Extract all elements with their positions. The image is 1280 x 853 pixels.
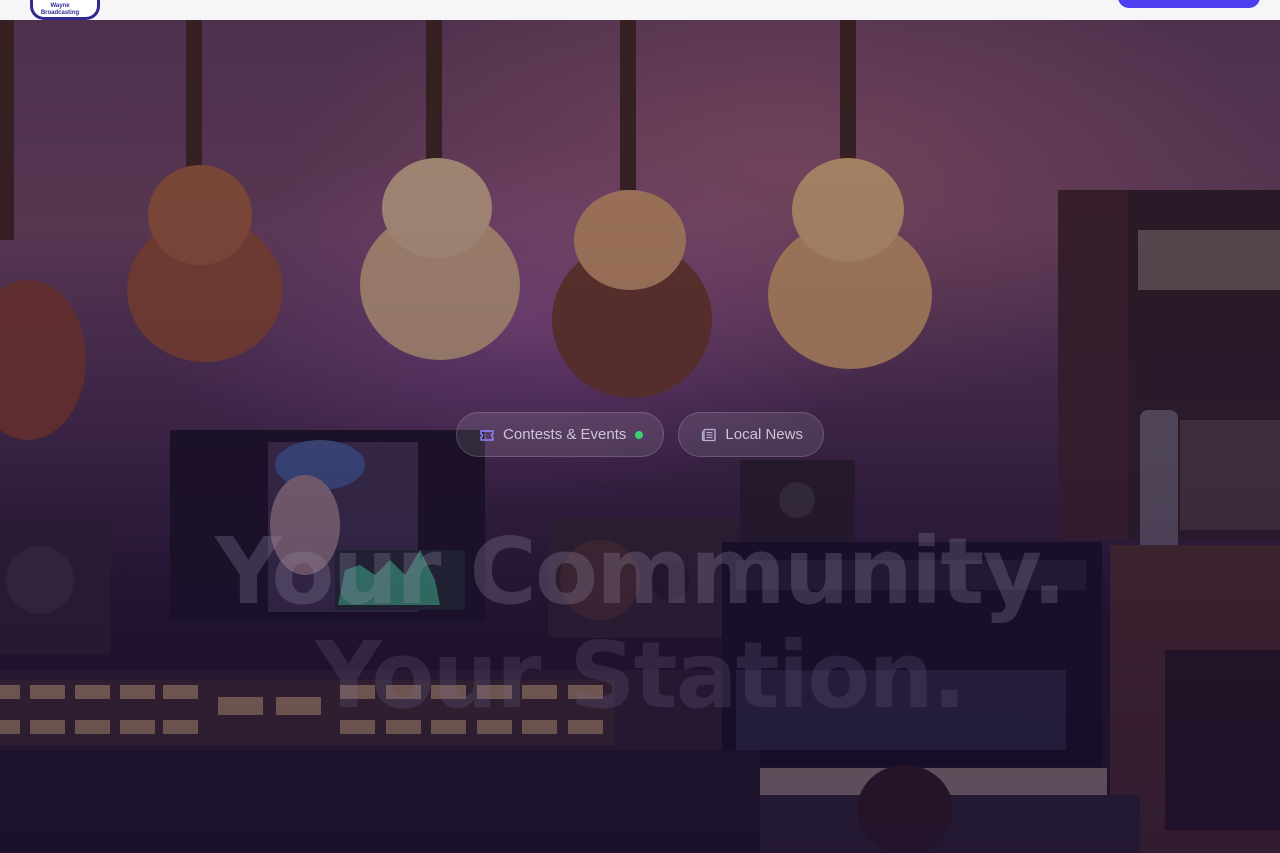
- contests-events-pill[interactable]: Contests & Events: [456, 412, 665, 457]
- header-cta-button[interactable]: [1118, 0, 1260, 8]
- hero-section: Contests & Events Local News Your Commun…: [0, 20, 1280, 853]
- guitar-shape: [552, 20, 712, 398]
- guitar-shape: [768, 20, 932, 369]
- ticket-icon: [480, 429, 494, 441]
- live-status-dot: [635, 430, 644, 439]
- contests-events-label: Contests & Events: [503, 426, 627, 443]
- headline-line-1: Your Community.: [215, 518, 1067, 625]
- local-news-pill[interactable]: Local News: [678, 412, 824, 457]
- hero-category-pills: Contests & Events Local News: [0, 412, 1280, 457]
- local-news-label: Local News: [725, 426, 803, 443]
- top-navigation-bar: Wayne Broadcasting: [0, 0, 1280, 20]
- headline-line-2: Your Station.: [315, 622, 967, 729]
- station-logo-text: Wayne Broadcasting: [40, 3, 80, 16]
- hero-headline: Your Community. Your Station.: [0, 520, 1280, 728]
- guitar-shape: [360, 20, 520, 360]
- newspaper-icon: [702, 428, 717, 441]
- guitar-shape: [127, 20, 283, 362]
- guitar-shape: [0, 20, 86, 440]
